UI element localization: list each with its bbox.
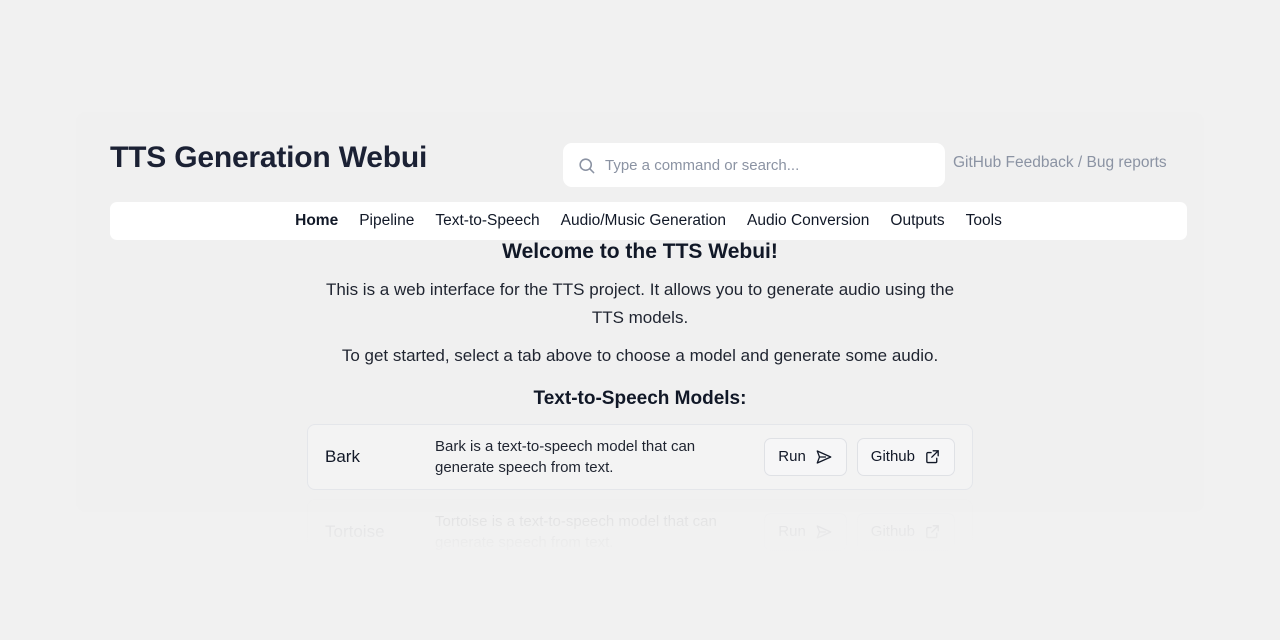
github-button[interactable]: Github (857, 438, 955, 476)
external-link-icon (924, 448, 941, 465)
github-button-label: Github (871, 523, 915, 540)
run-button[interactable]: Run (764, 438, 847, 476)
intro-paragraph-1: This is a web interface for the TTS proj… (320, 276, 960, 331)
external-link-icon (924, 523, 941, 540)
app-container: TTS Generation Webui GitHub Feedback / B… (76, 112, 1204, 512)
search-icon (577, 156, 596, 175)
tab-outputs[interactable]: Outputs (890, 212, 944, 230)
model-name: Tortoise (325, 522, 435, 542)
model-row-tortoise: Tortoise Tortoise is a text-to-speech mo… (307, 499, 973, 565)
model-actions: Run Github (764, 513, 955, 551)
search-bar[interactable] (563, 143, 945, 187)
main-content: Welcome to the TTS Webui! This is a web … (76, 240, 1204, 565)
search-input[interactable] (605, 157, 931, 174)
welcome-heading: Welcome to the TTS Webui! (76, 240, 1204, 264)
app-header: TTS Generation Webui GitHub Feedback / B… (76, 112, 1204, 202)
tab-text-to-speech[interactable]: Text-to-Speech (435, 212, 539, 230)
model-description: Tortoise is a text-to-speech model that … (435, 511, 764, 553)
run-button-label: Run (778, 448, 806, 465)
model-actions: Run Github (764, 438, 955, 476)
intro-paragraph-2: To get started, select a tab above to ch… (320, 342, 960, 370)
run-button-label: Run (778, 523, 806, 540)
models-heading: Text-to-Speech Models: (76, 388, 1204, 410)
github-feedback-link[interactable]: GitHub Feedback / Bug reports (953, 154, 1167, 172)
send-icon (815, 448, 833, 466)
model-row-bark: Bark Bark is a text-to-speech model that… (307, 424, 973, 490)
tab-audio-conversion[interactable]: Audio Conversion (747, 212, 869, 230)
model-description: Bark is a text-to-speech model that can … (435, 436, 764, 478)
model-list: Bark Bark is a text-to-speech model that… (307, 424, 973, 565)
tab-home[interactable]: Home (295, 212, 338, 230)
tab-audio-music-generation[interactable]: Audio/Music Generation (561, 212, 726, 230)
github-button[interactable]: Github (857, 513, 955, 551)
tab-tools[interactable]: Tools (966, 212, 1002, 230)
page-title: TTS Generation Webui (110, 141, 427, 175)
main-nav: Home Pipeline Text-to-Speech Audio/Music… (110, 202, 1187, 240)
run-button[interactable]: Run (764, 513, 847, 551)
github-button-label: Github (871, 448, 915, 465)
tab-pipeline[interactable]: Pipeline (359, 212, 414, 230)
send-icon (815, 523, 833, 541)
model-name: Bark (325, 447, 435, 467)
